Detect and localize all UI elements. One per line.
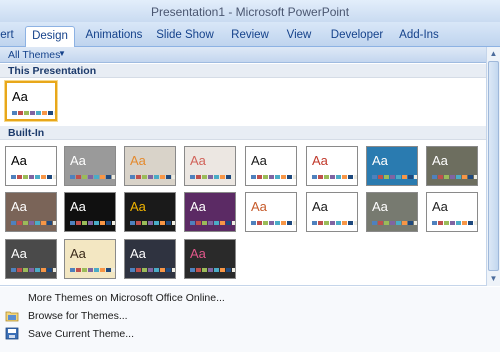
scroll-thumb[interactable]: [488, 61, 499, 271]
theme-thumbnail-apex[interactable]: Aa: [64, 146, 116, 186]
color-swatches: [130, 221, 175, 225]
theme-preview-text: Aa: [11, 246, 27, 261]
color-swatches: [190, 175, 235, 179]
theme-thumbnail-verve[interactable]: Aa: [184, 239, 236, 279]
color-swatches: [312, 175, 357, 179]
theme-thumbnail-technic[interactable]: Aa: [5, 239, 57, 279]
color-swatches: [190, 268, 235, 272]
theme-preview-text: Aa: [432, 199, 448, 214]
color-swatches: [11, 268, 56, 272]
browse-for-themes-item[interactable]: Browse for Themes...: [0, 307, 500, 325]
theme-thumbnail-urban[interactable]: Aa: [124, 239, 176, 279]
color-swatches: [432, 221, 477, 225]
theme-preview-text: Aa: [70, 199, 86, 214]
window-title: Presentation1 - Microsoft PowerPoint: [150, 5, 350, 19]
theme-preview-text: Aa: [70, 153, 86, 168]
theme-thumbnail-solstice[interactable]: Aa: [426, 192, 478, 232]
theme-thumbnail-aspect[interactable]: Aa: [124, 146, 176, 186]
theme-preview-text: Aa: [11, 153, 27, 168]
theme-options-menu: More Themes on Microsoft Office Online..…: [0, 287, 500, 352]
section-header-this-presentation: This Presentation: [0, 64, 486, 78]
tab-review[interactable]: Review: [228, 26, 272, 47]
theme-preview-text: Aa: [312, 153, 328, 168]
tab-add-ins[interactable]: Add-Ins: [396, 26, 442, 47]
more-themes-online-item[interactable]: More Themes on Microsoft Office Online..…: [0, 289, 500, 307]
tab-animations[interactable]: Animations: [83, 26, 145, 47]
color-swatches: [190, 221, 235, 225]
theme-preview-text: Aa: [251, 199, 267, 214]
menu-item-label: Browse for Themes...: [28, 310, 128, 322]
theme-thumbnail-median[interactable]: Aa: [5, 192, 57, 232]
tab-insert[interactable]: ert: [0, 26, 16, 47]
theme-preview-text: Aa: [130, 153, 146, 168]
theme-preview-text: Aa: [312, 199, 328, 214]
color-swatches: [70, 221, 115, 225]
menu-item-label: Save Current Theme...: [28, 328, 135, 340]
tab-developer[interactable]: Developer: [327, 26, 387, 47]
theme-thumbnail-foundry[interactable]: Aa: [426, 146, 478, 186]
theme-thumbnail-office[interactable]: Aa: [5, 146, 57, 186]
section-header-built-in: Built-In: [0, 126, 486, 140]
title-bar: Presentation1 - Microsoft PowerPoint: [0, 0, 500, 22]
color-swatches: [432, 175, 477, 179]
all-themes-dropdown[interactable]: All Themes: [8, 49, 60, 61]
gallery-scrollbar[interactable]: ▲ ▼: [486, 47, 500, 286]
theme-thumbnail-concourse[interactable]: Aa: [245, 146, 297, 186]
color-swatches: [130, 268, 175, 272]
theme-thumbnail-origin[interactable]: Aa: [306, 192, 358, 232]
theme-preview-text: Aa: [251, 153, 267, 168]
theme-preview-text: Aa: [190, 199, 206, 214]
tab-slide-show[interactable]: Slide Show: [154, 26, 216, 47]
theme-preview-text: Aa: [372, 199, 388, 214]
theme-thumbnail-oriel[interactable]: Aa: [245, 192, 297, 232]
save-theme-icon: [5, 327, 19, 340]
theme-preview-text: Aa: [12, 89, 28, 104]
color-swatches: [251, 175, 296, 179]
theme-thumbnail-paper[interactable]: Aa: [366, 192, 418, 232]
color-swatches: [130, 175, 175, 179]
tab-design[interactable]: Design: [25, 26, 75, 48]
themes-filter-bar: All Themes ▼: [0, 47, 486, 63]
section-title: This Presentation: [8, 65, 97, 77]
dropdown-arrow-icon[interactable]: ▼: [58, 49, 66, 58]
scroll-up-icon[interactable]: ▲: [487, 47, 500, 61]
theme-preview-text: Aa: [372, 153, 388, 168]
theme-preview-text: Aa: [432, 153, 448, 168]
color-swatches: [70, 268, 115, 272]
color-swatches: [372, 221, 417, 225]
scroll-down-icon[interactable]: ▼: [487, 272, 500, 286]
menu-item-label: More Themes on Microsoft Office Online..…: [28, 292, 225, 304]
theme-thumbnail-equity[interactable]: Aa: [306, 146, 358, 186]
theme-thumbnail-metro[interactable]: Aa: [64, 192, 116, 232]
color-swatches: [312, 221, 357, 225]
theme-thumbnail-trek[interactable]: Aa: [64, 239, 116, 279]
ribbon-tab-bar: ert Design Animations Slide Show Review …: [0, 22, 500, 48]
color-swatches: [372, 175, 417, 179]
theme-thumbnail-opulent[interactable]: Aa: [184, 192, 236, 232]
theme-thumbnail-office[interactable]: Aa: [5, 81, 57, 121]
theme-preview-text: Aa: [11, 199, 27, 214]
theme-preview-text: Aa: [70, 246, 86, 261]
folder-icon: [5, 311, 19, 322]
section-title: Built-In: [8, 127, 45, 139]
theme-thumbnail-module[interactable]: Aa: [124, 192, 176, 232]
tab-view[interactable]: View: [283, 26, 315, 47]
color-swatches: [11, 221, 56, 225]
theme-preview-text: Aa: [190, 246, 206, 261]
theme-preview-text: Aa: [130, 199, 146, 214]
theme-thumbnail-civic[interactable]: Aa: [184, 146, 236, 186]
color-swatches: [70, 175, 115, 179]
theme-preview-text: Aa: [130, 246, 146, 261]
themes-gallery: All Themes ▼ This Presentation Aa Built-…: [0, 47, 500, 286]
theme-thumbnail-flow[interactable]: Aa: [366, 146, 418, 186]
color-swatches: [11, 175, 56, 179]
color-swatches: [12, 111, 55, 115]
color-swatches: [251, 221, 296, 225]
save-current-theme-item[interactable]: Save Current Theme...: [0, 325, 500, 343]
theme-preview-text: Aa: [190, 153, 206, 168]
